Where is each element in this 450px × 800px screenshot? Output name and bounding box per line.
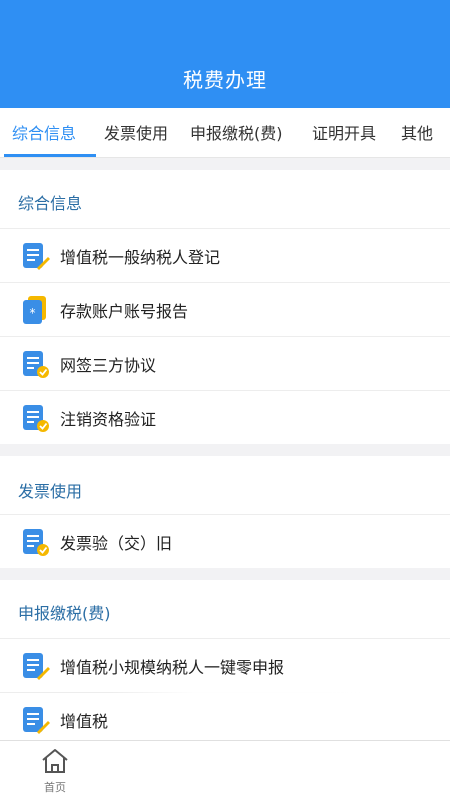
document-check-icon: [23, 529, 49, 556]
list-item-label: 网签三方协议: [60, 356, 157, 375]
tab-invoice-usage[interactable]: 发票使用: [104, 120, 168, 144]
list-item-general-taxpayer-registration[interactable]: 增值税一般纳税人登记: [0, 228, 450, 282]
page-title: 税费办理: [183, 68, 267, 92]
section-invoice-usage: 发票使用 发票验（交）旧: [0, 456, 450, 568]
section-comprehensive-info: 综合信息 增值税一般纳税人登记 * 存款账户账号报告 网签三方协议 注销资格验证: [0, 170, 450, 444]
list-item-label: 增值税一般纳税人登记: [60, 248, 221, 267]
app-header: 税费办理: [0, 0, 450, 108]
bank-book-icon: *: [23, 296, 46, 324]
list-item-label: 存款账户账号报告: [60, 302, 189, 321]
tab-certificate[interactable]: 证明开具: [312, 120, 376, 144]
list-item-label: 注销资格验证: [60, 410, 157, 429]
svg-text:*: *: [30, 306, 36, 320]
list-item-small-scale-zero-declaration[interactable]: 增值税小规模纳税人一键零申报: [0, 638, 450, 692]
document-edit-icon: [23, 653, 50, 680]
active-tab-indicator: [4, 154, 96, 157]
list-item-label: 发票验（交）旧: [60, 534, 173, 553]
list-item-deposit-account-report[interactable]: * 存款账户账号报告: [0, 282, 450, 336]
section-title: 发票使用: [18, 482, 83, 501]
section-title: 综合信息: [18, 194, 83, 213]
document-edit-icon: [23, 243, 50, 270]
list-item-label: 增值税小规模纳税人一键零申报: [60, 658, 285, 677]
tab-comprehensive-info[interactable]: 综合信息: [12, 120, 76, 144]
category-tabs: 综合信息 发票使用 申报缴税(费) 证明开具 其他: [0, 108, 450, 158]
document-edit-icon: [23, 707, 50, 734]
list-item-label: 增值税: [60, 712, 109, 731]
tab-other[interactable]: 其他: [401, 120, 433, 144]
list-item-invoice-verification[interactable]: 发票验（交）旧: [0, 514, 450, 568]
bottom-navigation: 首页: [0, 740, 450, 800]
list-item-tripartite-agreement[interactable]: 网签三方协议: [0, 336, 450, 390]
home-icon: [42, 749, 68, 773]
nav-item-home[interactable]: 首页: [30, 741, 80, 800]
document-check-icon: [23, 405, 49, 432]
tab-tax-declaration[interactable]: 申报缴税(费): [190, 120, 283, 144]
nav-item-label: 首页: [44, 781, 66, 794]
list-item-deregistration-verification[interactable]: 注销资格验证: [0, 390, 450, 444]
section-title: 申报缴税(费): [18, 604, 111, 623]
document-check-icon: [23, 351, 49, 378]
